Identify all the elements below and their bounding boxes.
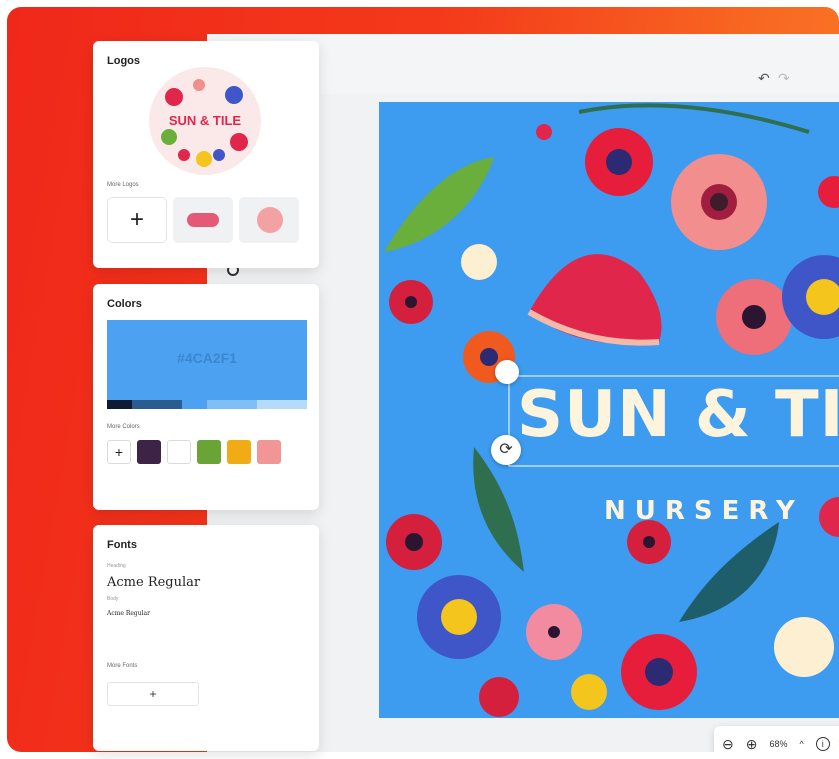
zoom-in-icon[interactable]: ⊕ — [746, 736, 758, 753]
logo-thumbnail[interactable] — [239, 197, 299, 243]
flower-shape — [716, 279, 792, 355]
vine-shape — [578, 103, 810, 134]
resize-handle[interactable] — [495, 360, 519, 384]
colors-panel: Colors #4CA2F1 More Colors + — [93, 284, 319, 510]
palette-color[interactable] — [182, 400, 207, 409]
canvas-subtitle[interactable]: NURSERY — [604, 496, 804, 526]
colors-title: Colors — [107, 298, 142, 310]
more-fonts-label: More Fonts — [107, 663, 138, 669]
leaf-shape — [679, 522, 779, 622]
flower-shape — [389, 280, 433, 324]
logos-title: Logos — [107, 55, 140, 67]
bell-flower-shape — [529, 254, 662, 344]
heading-font-name[interactable]: Acme Regular — [107, 575, 200, 590]
leaf-shape — [384, 157, 494, 252]
flower-shape — [818, 176, 839, 208]
hex-label: #4CA2F1 — [177, 350, 237, 366]
flower-shape — [479, 677, 519, 717]
palette-color[interactable] — [132, 400, 182, 409]
fonts-title: Fonts — [107, 539, 137, 551]
flower-shape — [621, 634, 697, 710]
info-icon[interactable]: i — [815, 737, 830, 751]
flower-shape — [461, 244, 497, 280]
design-canvas[interactable]: SUN & TIL NURSERY ⟳ — [379, 102, 839, 718]
logo-preview: SUN & TILE — [149, 67, 261, 175]
flower-shape — [774, 617, 834, 677]
more-colors-label: More Colors — [107, 424, 140, 430]
logo-text: SUN & TILE — [168, 113, 242, 128]
undo-icon[interactable]: ↶ — [758, 70, 770, 87]
color-swatch[interactable] — [137, 440, 161, 464]
flower-shape — [819, 497, 839, 537]
flower-shape — [386, 514, 442, 570]
color-swatch[interactable] — [197, 440, 221, 464]
palette-strip — [107, 400, 307, 409]
heading-font-label: Heading — [107, 563, 126, 569]
canvas-title[interactable]: SUN & TIL — [517, 378, 839, 452]
palette-color[interactable] — [107, 400, 132, 409]
chevron-up-icon[interactable]: ^ — [799, 739, 803, 749]
flower-shape — [671, 154, 767, 250]
color-swatch[interactable] — [167, 440, 191, 464]
logos-panel: Logos SUN & TILE More Logos + — [93, 41, 319, 268]
flower-shape — [627, 520, 671, 564]
color-swatch[interactable] — [257, 440, 281, 464]
more-logos-label: More Logos — [107, 182, 139, 188]
body-font-label: Body — [107, 596, 119, 602]
flower-shape — [571, 674, 607, 710]
body-font-name[interactable]: Acme Regular — [107, 610, 150, 617]
redo-icon[interactable]: ↷ — [778, 70, 790, 87]
fonts-panel: Fonts Heading Acme Regular Body Acme Reg… — [93, 525, 319, 751]
flower-shape — [526, 604, 582, 660]
add-font-button[interactable]: + — [107, 682, 199, 706]
flower-shape — [536, 124, 552, 140]
zoom-out-icon[interactable]: ⊖ — [722, 736, 734, 753]
flower-shape — [417, 575, 501, 659]
logo-thumbnail[interactable] — [173, 197, 233, 243]
primary-color-swatch[interactable]: #4CA2F1 — [107, 320, 307, 400]
add-color-button[interactable]: + — [107, 440, 131, 464]
rotate-icon[interactable]: ⟳ — [491, 435, 521, 465]
color-swatch[interactable] — [227, 440, 251, 464]
palette-color[interactable] — [207, 400, 257, 409]
palette-color[interactable] — [257, 400, 307, 409]
flower-shape — [585, 128, 653, 196]
zoom-bar: ⊖ ⊕ 68% ^ i — [714, 726, 839, 752]
zoom-level[interactable]: 68% — [769, 739, 787, 749]
add-logo-button[interactable]: + — [107, 197, 167, 243]
